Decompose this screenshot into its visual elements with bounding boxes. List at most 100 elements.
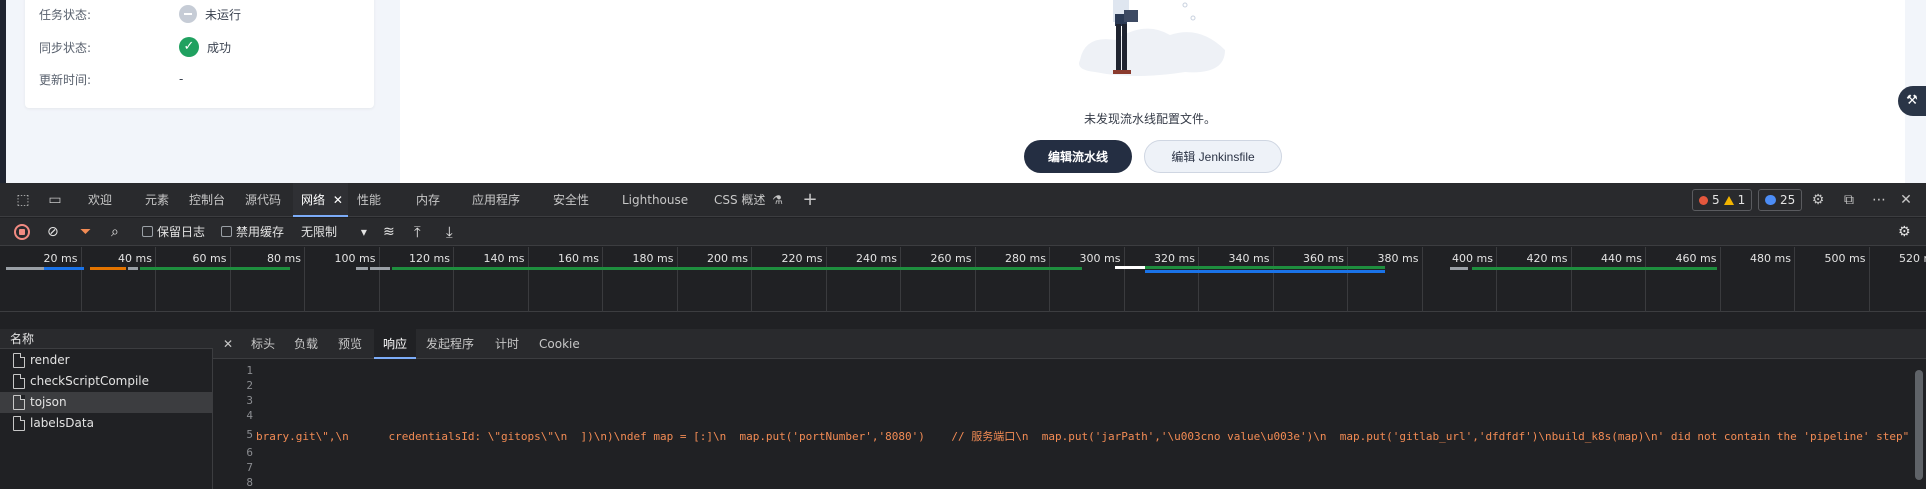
timeline-tick-label: 120 ms [409,252,450,265]
tab-memory[interactable]: 内存 [416,183,440,217]
sync-status-row: 同步状态: ✓ 成功 [39,37,231,57]
timeline-tick-label: 20 ms [43,252,78,265]
network-conditions-icon[interactable]: ≋ [383,218,395,246]
inspect-element-icon[interactable]: ⬚ [14,191,32,209]
timeline-gridline [527,247,529,312]
tab-performance[interactable]: 性能 [357,183,381,217]
export-har-icon[interactable]: ⤓ [446,218,453,246]
settings-gear-icon[interactable]: ⚙ [1809,191,1827,209]
timeline-gridline [1198,247,1199,312]
timeline-gridline [453,247,454,312]
network-overview-timeline[interactable]: 20 ms 40 ms 60 ms 80 ms 100 ms 120 ms 140 ms 16… [0,247,1926,312]
timeline-gridline [1794,247,1795,312]
timeline-request-bar [44,267,84,270]
timeline-gridline [1123,247,1125,312]
response-viewer[interactable]: 1 2 3 4 5 6 7 8 9 brary.git\",\n credent… [213,360,1926,489]
timeline-tick-label: 280 ms [1005,252,1046,265]
tab-elements[interactable]: 元素 [145,183,169,217]
error-count: 5 [1712,193,1720,207]
timeline-gridline [80,247,82,312]
issues-badge[interactable]: 25 [1758,189,1803,211]
timeline-request-bar [1472,267,1717,270]
tab-initiator[interactable]: 发起程序 [426,329,474,359]
more-options-icon[interactable]: ⋯ [1870,191,1888,209]
timeline-gridline [378,247,380,312]
timeline-tick-label: 320 ms [1154,252,1195,265]
timeline-tick-label: 380 ms [1377,252,1419,265]
timeline-tick-label: 260 ms [930,252,972,265]
tab-lighthouse[interactable]: Lighthouse [622,183,688,217]
timeline-gridline [304,247,305,312]
throttling-value: 无限制 [301,225,338,239]
tab-welcome[interactable]: 欢迎 [88,183,112,217]
timeline-tick-label: 300 ms [1079,252,1121,265]
timeline-tick-label: 80 ms [267,252,301,265]
tab-response[interactable]: 响应 [374,329,417,359]
stop-recording-icon[interactable] [14,224,30,240]
timeline-tick-label: 220 ms [781,252,823,265]
tab-headers[interactable]: 标头 [251,329,275,359]
document-file-icon [13,416,25,431]
timeline-gridline [1347,247,1348,312]
request-name: tojson [30,395,67,409]
close-devtools-icon[interactable]: ✕ [1897,191,1915,209]
clear-icon[interactable]: ⊘ [47,218,59,246]
disable-cache-check[interactable] [221,226,232,237]
timeline-tick-label: 180 ms [632,252,674,265]
issues-icon [1765,195,1776,205]
request-name: labelsData [30,416,94,430]
timeline-request-bar [1145,266,1385,269]
page-left-edge [0,0,6,183]
preserve-log-check[interactable] [142,226,153,237]
timeline-tick-label: 440 ms [1601,252,1642,265]
timeline-tick-label: 200 ms [707,252,748,265]
preserve-log-checkbox[interactable]: 保留日志 [142,218,205,246]
tab-cookie[interactable]: Cookie [539,329,580,359]
timeline-request-bar [140,267,290,270]
tab-css-overview[interactable]: CSS 概述 ⚗ [714,183,783,217]
scrollbar-thumb[interactable] [1915,370,1923,480]
request-row[interactable]: checkScriptCompile [0,371,213,392]
timeline-gridline [676,247,678,312]
tab-timing[interactable]: 计时 [495,329,519,359]
close-detail-icon[interactable]: ✕ [223,329,233,359]
timeline-tick-label: 520 ms [1899,252,1926,265]
timeline-request-bar [128,267,138,270]
tab-security[interactable]: 安全性 [553,183,589,217]
device-toolbar-icon[interactable]: ▭ [46,191,64,209]
update-time-value: - [179,72,184,86]
search-icon[interactable]: ⌕ [111,218,119,246]
edit-jenkinsfile-button[interactable]: 编辑 Jenkinsfile [1144,140,1282,173]
network-settings-gear-icon[interactable]: ⚙ [1898,218,1911,246]
success-check-icon: ✓ [179,37,199,57]
issues-counter-badge[interactable]: 5 1 [1692,189,1753,211]
import-har-icon[interactable]: ⤒ [414,218,421,246]
tab-application[interactable]: 应用程序 [472,183,520,217]
hammer-tool-icon[interactable]: ⚒ [1898,86,1926,116]
timeline-request-bar [370,267,390,270]
request-row-selected[interactable]: tojson [0,392,213,413]
filter-icon[interactable]: ⏷ [80,218,91,246]
tab-payload[interactable]: 负载 [294,329,318,359]
tab-sources[interactable]: 源代码 [245,183,281,217]
customize-icon[interactable]: ⧉ [1840,191,1858,209]
timeline-request-bar [1145,270,1385,273]
response-scrollbar[interactable] [1912,360,1926,489]
line-number: 8 [246,476,253,489]
edit-pipeline-button[interactable]: 编辑流水线 [1024,140,1132,173]
timeline-tick-label: 100 ms [334,252,376,265]
pipeline-info-card: 任务状态: 未运行 同步状态: ✓ 成功 更新时间: - [25,0,374,108]
request-row[interactable]: labelsData [0,413,213,434]
response-code-line: brary.git\",\n credentialsId: \"gitops\"… [256,430,1910,443]
request-list-header[interactable]: 名称 [0,329,213,349]
request-row[interactable]: render [0,350,213,371]
throttling-select[interactable]: 无限制 ▾ [301,218,367,246]
tab-preview[interactable]: 预览 [338,329,362,359]
line-number: 5 [246,428,253,441]
more-tabs-plus-icon[interactable]: + [801,191,819,209]
tab-console[interactable]: 控制台 [189,183,225,217]
close-tab-icon[interactable]: ✕ [333,193,343,207]
disable-cache-checkbox[interactable]: 禁用缓存 [221,218,284,246]
line-number: 3 [246,394,253,407]
tab-network[interactable]: 网络 ✕ [293,183,348,217]
